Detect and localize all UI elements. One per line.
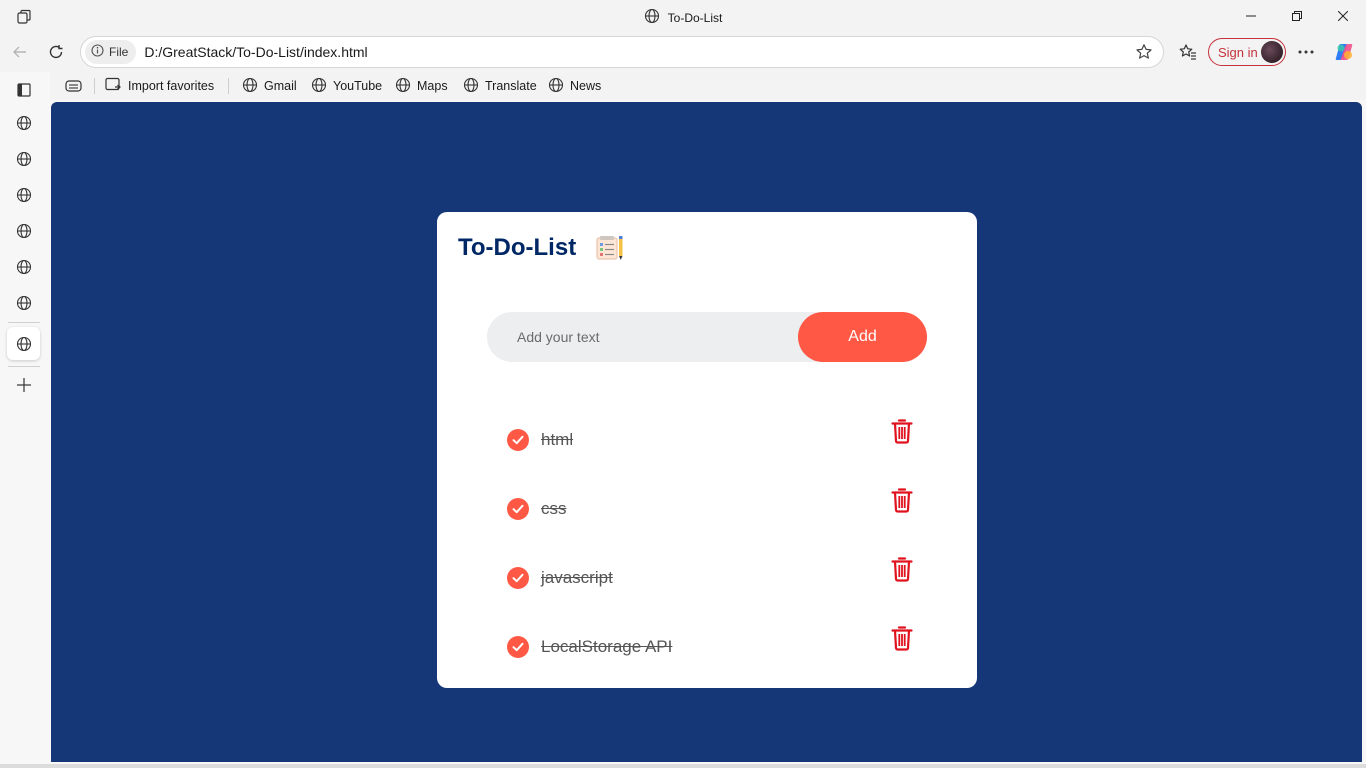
task-text: html xyxy=(541,430,574,449)
task-item[interactable]: LocalStorage API xyxy=(507,625,927,665)
new-tab-icon[interactable] xyxy=(14,375,34,395)
close-window-button[interactable] xyxy=(1320,0,1366,32)
avatar xyxy=(1261,41,1283,63)
task-input-row: Add xyxy=(487,312,927,362)
checked-icon[interactable] xyxy=(507,498,529,520)
copilot-icon[interactable] xyxy=(1332,40,1356,64)
minimize-button[interactable] xyxy=(1228,0,1274,32)
favorite-news[interactable]: News xyxy=(548,77,601,95)
refresh-button[interactable] xyxy=(44,40,68,64)
checked-icon[interactable] xyxy=(507,429,529,451)
favorite-translate[interactable]: Translate xyxy=(463,77,537,95)
active-tab-globe-icon[interactable] xyxy=(14,334,34,354)
checklist-icon xyxy=(596,235,624,261)
import-icon xyxy=(105,77,122,95)
favorite-label: Maps xyxy=(417,79,448,93)
checked-icon[interactable] xyxy=(507,636,529,658)
app-title: To-Do-List xyxy=(458,234,624,262)
sign-in-label: Sign in xyxy=(1218,44,1258,60)
task-item[interactable]: javascript xyxy=(507,556,927,596)
globe-icon xyxy=(548,77,564,96)
tab-globe-icon[interactable] xyxy=(14,221,34,241)
tab-globe-icon[interactable] xyxy=(14,293,34,313)
favorite-label: Gmail xyxy=(264,79,297,93)
favorite-label: Translate xyxy=(485,79,537,93)
import-favorites-label: Import favorites xyxy=(128,79,215,93)
sign-in-button[interactable]: Sign in xyxy=(1208,38,1286,66)
favorite-maps[interactable]: Maps xyxy=(395,77,448,95)
site-info-chip[interactable]: File xyxy=(85,40,137,64)
address-toolbar: File D:/GreatStack/To-Do-List/index.html… xyxy=(0,32,1366,72)
window-title: To-Do-List xyxy=(0,8,1366,27)
window-title-text: To-Do-List xyxy=(667,10,723,25)
divider xyxy=(94,78,95,94)
collections-icon[interactable] xyxy=(65,77,82,95)
restore-button[interactable] xyxy=(1274,0,1320,32)
task-input[interactable] xyxy=(487,312,797,362)
task-text: css xyxy=(541,499,567,518)
trash-icon[interactable] xyxy=(891,625,913,651)
info-icon xyxy=(91,44,104,60)
page-content: To-Do-List Add your text Add html css ja… xyxy=(51,102,1362,762)
globe-icon xyxy=(242,77,258,96)
star-icon[interactable] xyxy=(1135,43,1153,66)
trash-icon[interactable] xyxy=(891,556,913,582)
tab-globe-icon[interactable] xyxy=(14,257,34,277)
back-button[interactable] xyxy=(8,40,32,64)
app-title-text: To-Do-List xyxy=(458,234,577,261)
favorites-bar: Import favorites Gmail YouTube Maps Tran… xyxy=(0,72,1366,100)
todo-app-card: To-Do-List Add your text Add html css ja… xyxy=(437,212,977,688)
globe-icon xyxy=(644,8,660,27)
window-titlebar: To-Do-List xyxy=(0,0,1366,32)
checked-icon[interactable] xyxy=(507,567,529,589)
favorites-icon[interactable] xyxy=(1176,40,1200,64)
tab-globe-icon[interactable] xyxy=(14,185,34,205)
scheme-label: File xyxy=(109,45,129,59)
tab-globe-icon[interactable] xyxy=(14,149,34,169)
globe-icon xyxy=(463,77,479,96)
task-text: LocalStorage API xyxy=(541,637,673,656)
trash-icon[interactable] xyxy=(891,418,913,444)
tab-actions-icon[interactable] xyxy=(14,80,34,100)
url-text[interactable]: D:/GreatStack/To-Do-List/index.html xyxy=(144,44,367,60)
favorite-gmail[interactable]: Gmail xyxy=(242,77,297,95)
favorite-label: YouTube xyxy=(333,79,383,93)
address-bar[interactable]: File D:/GreatStack/To-Do-List/index.html xyxy=(80,36,1164,68)
globe-icon xyxy=(395,77,411,96)
vertical-tabs-sidebar xyxy=(0,72,50,768)
taskbar-edge xyxy=(0,764,1366,768)
task-text: javascript xyxy=(541,568,613,587)
add-button[interactable]: Add xyxy=(798,312,927,362)
more-options-icon[interactable] xyxy=(1294,40,1318,64)
tab-globe-icon[interactable] xyxy=(14,113,34,133)
favorite-label: News xyxy=(570,79,602,93)
task-item[interactable]: html xyxy=(507,418,927,458)
task-item[interactable]: css xyxy=(507,487,927,527)
favorite-youtube[interactable]: YouTube xyxy=(311,77,382,95)
trash-icon[interactable] xyxy=(891,487,913,513)
divider xyxy=(8,366,40,367)
import-favorites-button[interactable]: Import favorites xyxy=(105,77,214,95)
globe-icon xyxy=(311,77,327,96)
divider xyxy=(228,78,229,94)
divider xyxy=(8,322,40,323)
